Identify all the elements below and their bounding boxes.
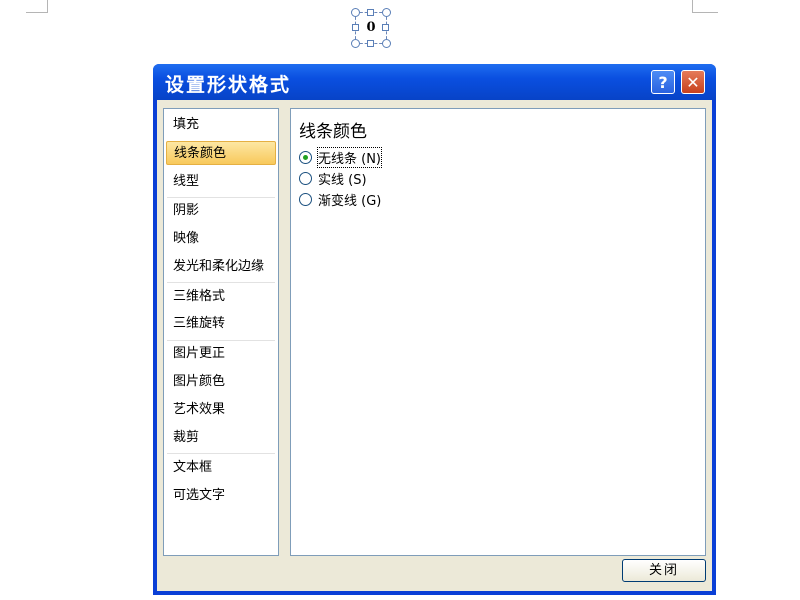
resize-handle[interactable] [367,9,374,16]
nav-item-glow-soft-edges[interactable]: 发光和柔化边缘 [166,255,276,279]
resize-handle[interactable] [367,40,374,47]
nav-item-alt-text[interactable]: 可选文字 [166,484,276,508]
help-icon: ? [658,72,668,92]
resize-handle[interactable] [352,24,359,31]
close-icon: ✕ [686,72,700,92]
section-title: 线条颜色 [299,122,367,142]
option-gradient-line[interactable]: 渐变线 (G) [299,190,382,209]
radio-label: 实线 (S) [318,172,367,188]
radio-button[interactable] [299,150,312,164]
crop-mark [26,12,48,13]
nav-separator [167,453,275,454]
nav-item-text-box[interactable]: 文本框 [166,456,276,480]
nav-item-crop[interactable]: 裁剪 [166,426,276,450]
radio-button[interactable] [299,171,312,185]
selected-shape[interactable]: 0 [351,8,391,48]
settings-pane: 线条颜色 无线条 (N) 实线 (S) 渐变线 (G) [290,108,706,556]
option-solid-line[interactable]: 实线 (S) [299,169,367,188]
crop-mark [47,0,48,12]
close-window-button[interactable]: ✕ [681,70,705,94]
close-button[interactable]: 关闭 [622,559,706,582]
format-shape-dialog: 设置形状格式 ? ✕ 填充 线条颜色 线型 阴影 映像 发光和柔化边缘 三维格式… [153,64,716,595]
nav-separator [167,340,275,341]
radio-label: 无线条 (N) [316,146,383,168]
nav-item-3d-format[interactable]: 三维格式 [166,285,276,309]
nav-item-line-color[interactable]: 线条颜色 [166,141,276,165]
resize-handle[interactable] [382,8,391,17]
crop-mark [692,0,693,12]
crop-mark [692,12,718,13]
nav-item-reflection[interactable]: 映像 [166,227,276,251]
radio-button[interactable] [299,192,312,206]
resize-handle[interactable] [382,24,389,31]
nav-separator [167,282,275,283]
nav-item-picture-color[interactable]: 图片颜色 [166,370,276,394]
category-list: 填充 线条颜色 线型 阴影 映像 发光和柔化边缘 三维格式 三维旋转 图片更正 … [163,108,279,556]
nav-item-shadow[interactable]: 阴影 [166,199,276,223]
nav-item-fill[interactable]: 填充 [166,113,276,137]
resize-handle[interactable] [351,39,360,48]
nav-item-3d-rotation[interactable]: 三维旋转 [166,312,276,336]
nav-item-line-style[interactable]: 线型 [166,170,276,194]
dialog-titlebar[interactable]: 设置形状格式 ? ✕ [153,64,716,100]
radio-label: 渐变线 (G) [318,193,382,209]
resize-handle[interactable] [382,39,391,48]
nav-separator [167,197,275,198]
dialog-body: 填充 线条颜色 线型 阴影 映像 发光和柔化边缘 三维格式 三维旋转 图片更正 … [157,100,712,591]
help-button[interactable]: ? [651,70,675,94]
option-no-line[interactable]: 无线条 (N) [299,146,383,168]
nav-item-artistic-effects[interactable]: 艺术效果 [166,398,276,422]
nav-item-picture-corrections[interactable]: 图片更正 [166,342,276,366]
resize-handle[interactable] [351,8,360,17]
dialog-title: 设置形状格式 [165,74,292,96]
